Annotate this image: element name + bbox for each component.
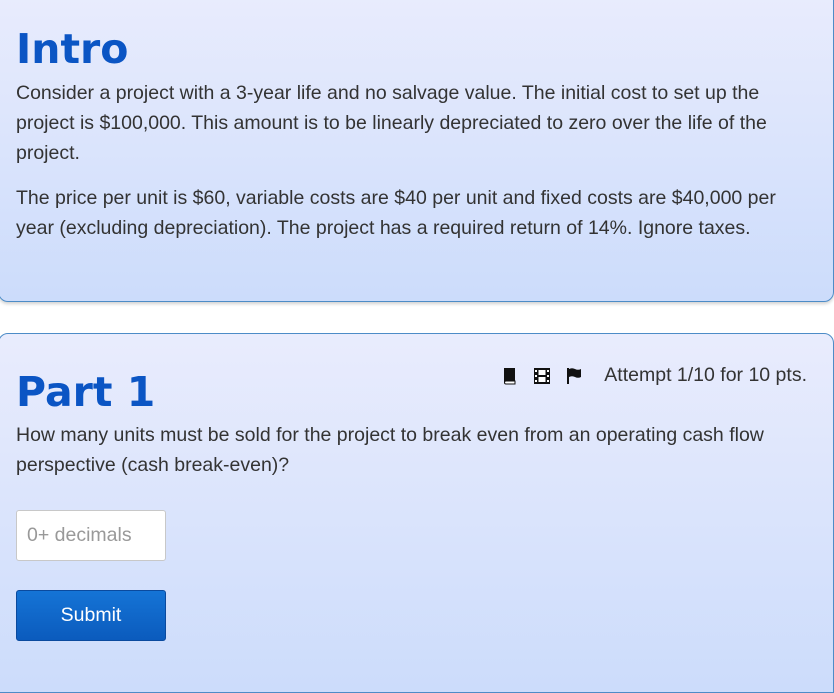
flag-icon[interactable] <box>564 366 584 386</box>
book-icon[interactable] <box>500 366 520 386</box>
submit-button[interactable]: Submit <box>16 590 166 641</box>
film-icon[interactable] <box>532 366 552 386</box>
question-toolbar: Attempt 1/10 for 10 pts. <box>500 364 807 387</box>
intro-title: Intro <box>16 25 129 73</box>
part1-card: Part 1 Attempt 1/10 for 10 pts. How many… <box>0 333 834 693</box>
attempt-counter: Attempt 1/10 for 10 pts. <box>604 364 807 386</box>
part1-title: Part 1 <box>16 368 156 416</box>
intro-paragraph-1: Consider a project with a 3-year life an… <box>16 82 767 164</box>
intro-card: Intro Consider a project with a 3-year l… <box>0 0 834 302</box>
intro-paragraph-2: The price per unit is $60, variable cost… <box>16 187 776 239</box>
question-text: How many units must be sold for the proj… <box>16 424 764 476</box>
answer-input[interactable] <box>16 510 166 561</box>
